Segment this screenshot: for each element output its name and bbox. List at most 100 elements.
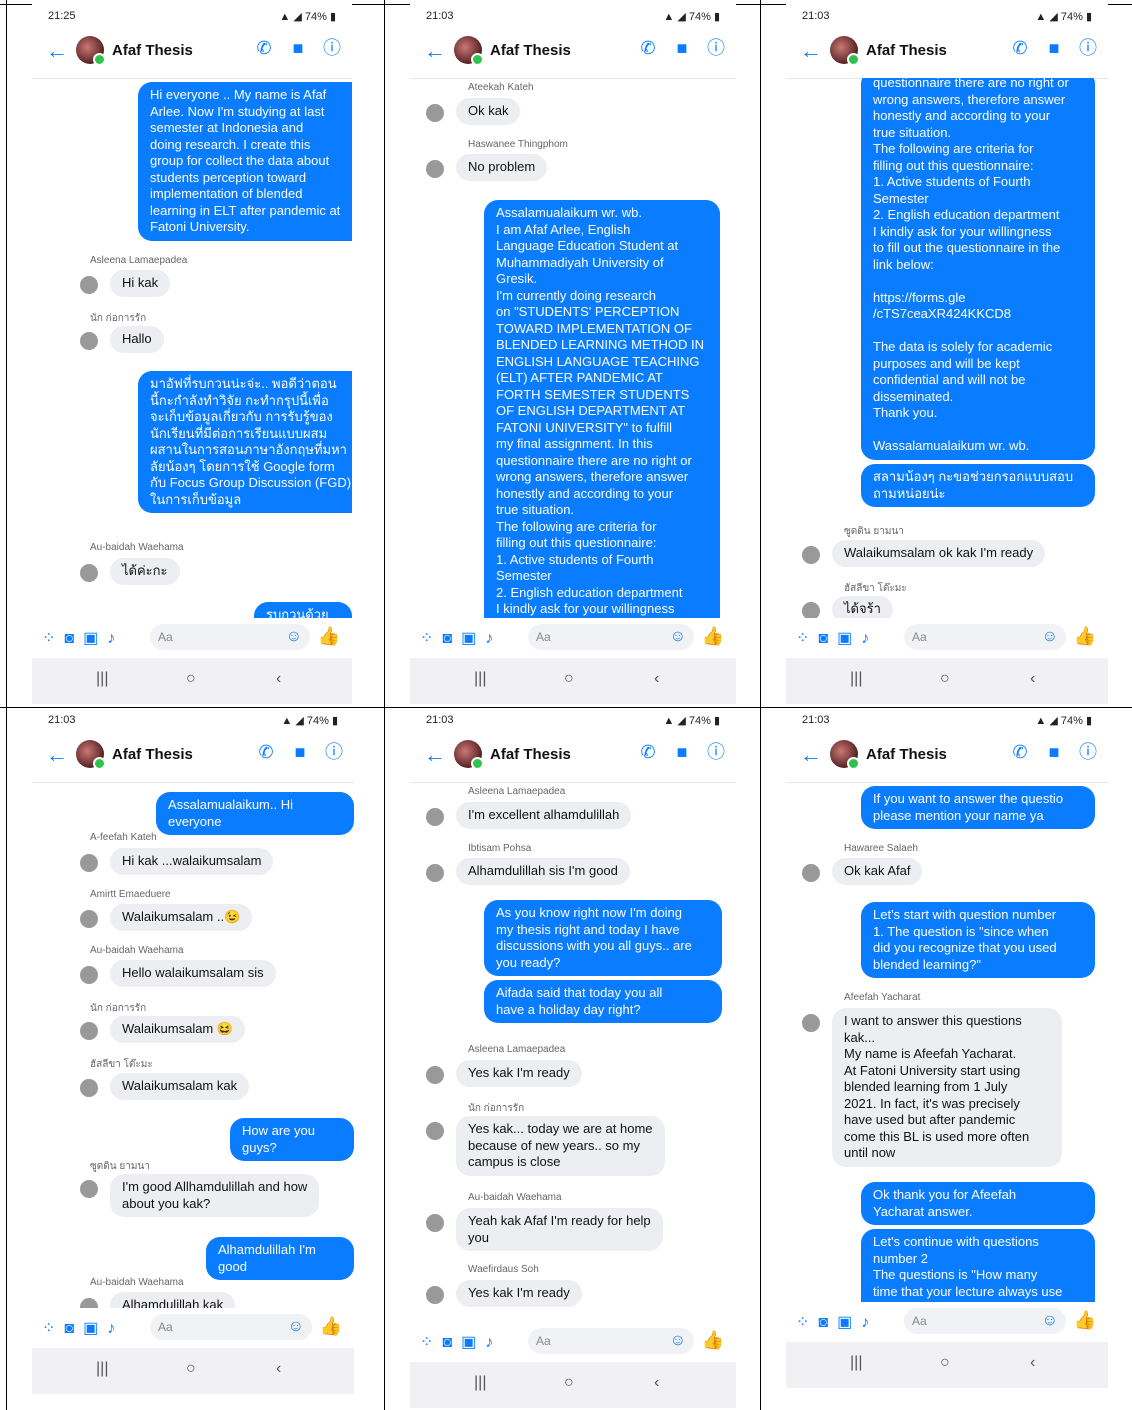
outgoing-message[interactable]: Ok thank you for Afeefah Yacharat answer… bbox=[861, 1182, 1095, 1225]
incoming-message[interactable]: I'm excellent alhamdulillah bbox=[456, 802, 632, 829]
outgoing-message[interactable]: Let's continue with questions number 2 T… bbox=[861, 1229, 1095, 1302]
back-arrow-icon[interactable]: ← bbox=[800, 744, 822, 766]
back-arrow-icon[interactable]: ← bbox=[46, 40, 68, 62]
incoming-message[interactable]: I want to answer this questions kak... M… bbox=[832, 1008, 1062, 1167]
chat-title[interactable]: Afaf Thesis bbox=[112, 746, 193, 763]
incoming-message[interactable]: Walaikumsalam ok kak I'm ready bbox=[832, 540, 1046, 567]
thumbs-up-icon[interactable]: 👍 bbox=[320, 1316, 342, 1337]
incoming-message[interactable]: Ok kak Afaf bbox=[832, 858, 923, 885]
recent-apps-icon[interactable]: ||| bbox=[474, 670, 486, 688]
info-icon[interactable]: ⓘ bbox=[324, 742, 344, 762]
incoming-message[interactable]: Yes kak I'm ready bbox=[456, 1280, 582, 1307]
menu-grid-icon[interactable]: ⁘ bbox=[420, 1334, 433, 1351]
back-nav-icon[interactable]: ‹ bbox=[1030, 670, 1035, 688]
outgoing-message[interactable]: Aifada said that today you all have a ho… bbox=[484, 980, 722, 1023]
recent-apps-icon[interactable]: ||| bbox=[850, 670, 862, 688]
menu-grid-icon[interactable]: ⁘ bbox=[42, 630, 55, 647]
gallery-icon[interactable]: ▣ bbox=[461, 630, 476, 647]
outgoing-message[interactable]: As you know right now I'm doing my thesi… bbox=[484, 900, 722, 976]
back-arrow-icon[interactable]: ← bbox=[800, 40, 822, 62]
video-camera-icon[interactable]: ■ bbox=[290, 742, 310, 762]
incoming-message[interactable]: Yeah kak Afaf I'm ready for help you bbox=[456, 1208, 663, 1251]
incoming-message[interactable]: Hello walaikumsalam sis bbox=[110, 960, 276, 987]
outgoing-message[interactable]: If you want to answer the questio please… bbox=[861, 786, 1095, 829]
phone-icon[interactable]: ✆ bbox=[1010, 38, 1030, 58]
outgoing-message[interactable]: มาอัฟที่รบกวนน่ะจ่ะ.. พอดีว่าตอน นี้กะกำ… bbox=[138, 371, 352, 513]
video-camera-icon[interactable]: ■ bbox=[672, 38, 692, 58]
camera-icon[interactable]: ◙ bbox=[818, 630, 828, 647]
outgoing-message[interactable]: Hi everyone .. My name is Afaf Arlee. No… bbox=[138, 82, 352, 241]
back-arrow-icon[interactable]: ← bbox=[46, 744, 68, 766]
camera-icon[interactable]: ◙ bbox=[64, 1320, 74, 1337]
outgoing-message[interactable]: questionnaire there are no right or wron… bbox=[861, 78, 1095, 460]
info-icon[interactable]: ⓘ bbox=[1078, 38, 1098, 58]
phone-icon[interactable]: ✆ bbox=[1010, 742, 1030, 762]
sender-avatar[interactable] bbox=[80, 854, 98, 872]
incoming-message[interactable]: Yes kak... today we are at home because … bbox=[456, 1116, 665, 1176]
incoming-message[interactable]: ได้จร้า bbox=[832, 596, 893, 618]
incoming-message[interactable]: Yes kak I'm ready bbox=[456, 1060, 582, 1087]
incoming-message[interactable]: ได้ค่ะกะ bbox=[110, 558, 180, 585]
outgoing-message[interactable]: Assalamualaikum.. Hi everyone bbox=[156, 792, 354, 835]
gallery-icon[interactable]: ▣ bbox=[837, 1314, 852, 1331]
thumbs-up-icon[interactable]: 👍 bbox=[702, 1330, 724, 1351]
sender-avatar[interactable] bbox=[802, 864, 820, 882]
menu-grid-icon[interactable]: ⁘ bbox=[796, 630, 809, 647]
thumbs-up-icon[interactable]: 👍 bbox=[702, 626, 724, 647]
microphone-icon[interactable]: ♪ bbox=[861, 1314, 869, 1331]
back-nav-icon[interactable]: ‹ bbox=[1030, 1354, 1035, 1372]
menu-grid-icon[interactable]: ⁘ bbox=[796, 1314, 809, 1331]
sender-avatar[interactable] bbox=[80, 910, 98, 928]
outgoing-message[interactable]: Alhamdulillah I'm good bbox=[206, 1237, 354, 1280]
menu-grid-icon[interactable]: ⁘ bbox=[420, 630, 433, 647]
sender-avatar[interactable] bbox=[80, 1022, 98, 1040]
sender-avatar[interactable] bbox=[426, 1286, 444, 1304]
group-avatar[interactable] bbox=[454, 36, 484, 66]
sender-avatar[interactable] bbox=[80, 564, 98, 582]
home-icon[interactable]: ○ bbox=[564, 1374, 574, 1392]
outgoing-message[interactable]: สลามน้องๆ กะขอช่วยกรอกแบบสอบ ถามหน่อยน่ะ bbox=[861, 464, 1095, 507]
home-icon[interactable]: ○ bbox=[940, 670, 950, 688]
back-nav-icon[interactable]: ‹ bbox=[654, 1374, 659, 1392]
sender-avatar[interactable] bbox=[80, 332, 98, 350]
sender-avatar[interactable] bbox=[426, 864, 444, 882]
thumbs-up-icon[interactable]: 👍 bbox=[1074, 626, 1096, 647]
emoji-icon[interactable]: ☺ bbox=[288, 1318, 304, 1336]
info-icon[interactable]: ⓘ bbox=[706, 742, 726, 762]
recent-apps-icon[interactable]: ||| bbox=[850, 1354, 862, 1372]
camera-icon[interactable]: ◙ bbox=[818, 1314, 828, 1331]
chat-title[interactable]: Afaf Thesis bbox=[490, 746, 571, 763]
group-avatar[interactable] bbox=[830, 740, 860, 770]
back-arrow-icon[interactable]: ← bbox=[424, 40, 446, 62]
chat-title[interactable]: Afaf Thesis bbox=[866, 746, 947, 763]
outgoing-message[interactable]: How are you guys? bbox=[230, 1118, 354, 1161]
thumbs-up-icon[interactable]: 👍 bbox=[1074, 1310, 1096, 1331]
sender-avatar[interactable] bbox=[80, 276, 98, 294]
info-icon[interactable]: ⓘ bbox=[322, 38, 342, 58]
sender-avatar[interactable] bbox=[80, 1079, 98, 1097]
incoming-message[interactable]: Hi kak bbox=[110, 270, 171, 297]
info-icon[interactable]: ⓘ bbox=[706, 38, 726, 58]
recent-apps-icon[interactable]: ||| bbox=[474, 1374, 486, 1392]
info-icon[interactable]: ⓘ bbox=[1078, 742, 1098, 762]
sender-avatar[interactable] bbox=[426, 1122, 444, 1140]
outgoing-message[interactable]: รบกวนด้วยน่ะค่ะ bbox=[254, 602, 352, 618]
video-camera-icon[interactable]: ■ bbox=[672, 742, 692, 762]
emoji-icon[interactable]: ☺ bbox=[670, 1332, 686, 1350]
microphone-icon[interactable]: ♪ bbox=[107, 630, 115, 647]
camera-icon[interactable]: ◙ bbox=[64, 630, 74, 647]
outgoing-message[interactable]: Let's start with question number 1. The … bbox=[861, 902, 1095, 978]
thumbs-up-icon[interactable]: 👍 bbox=[318, 626, 340, 647]
message-list[interactable]: Asleena Lamaepadea I'm excellent alhamdul… bbox=[410, 782, 736, 1322]
chat-title[interactable]: Afaf Thesis bbox=[112, 42, 193, 59]
incoming-message[interactable]: No problem bbox=[456, 154, 548, 181]
group-avatar[interactable] bbox=[76, 740, 106, 770]
sender-avatar[interactable] bbox=[426, 160, 444, 178]
video-camera-icon[interactable]: ■ bbox=[1044, 38, 1064, 58]
sender-avatar[interactable] bbox=[802, 546, 820, 564]
camera-icon[interactable]: ◙ bbox=[442, 630, 452, 647]
group-avatar[interactable] bbox=[76, 36, 106, 66]
message-list[interactable]: Assalamualaikum.. Hi everyone A-feefah Ka… bbox=[32, 782, 354, 1308]
emoji-icon[interactable]: ☺ bbox=[286, 628, 302, 646]
incoming-message[interactable]: Alhamdulillah sis I'm good bbox=[456, 858, 630, 885]
